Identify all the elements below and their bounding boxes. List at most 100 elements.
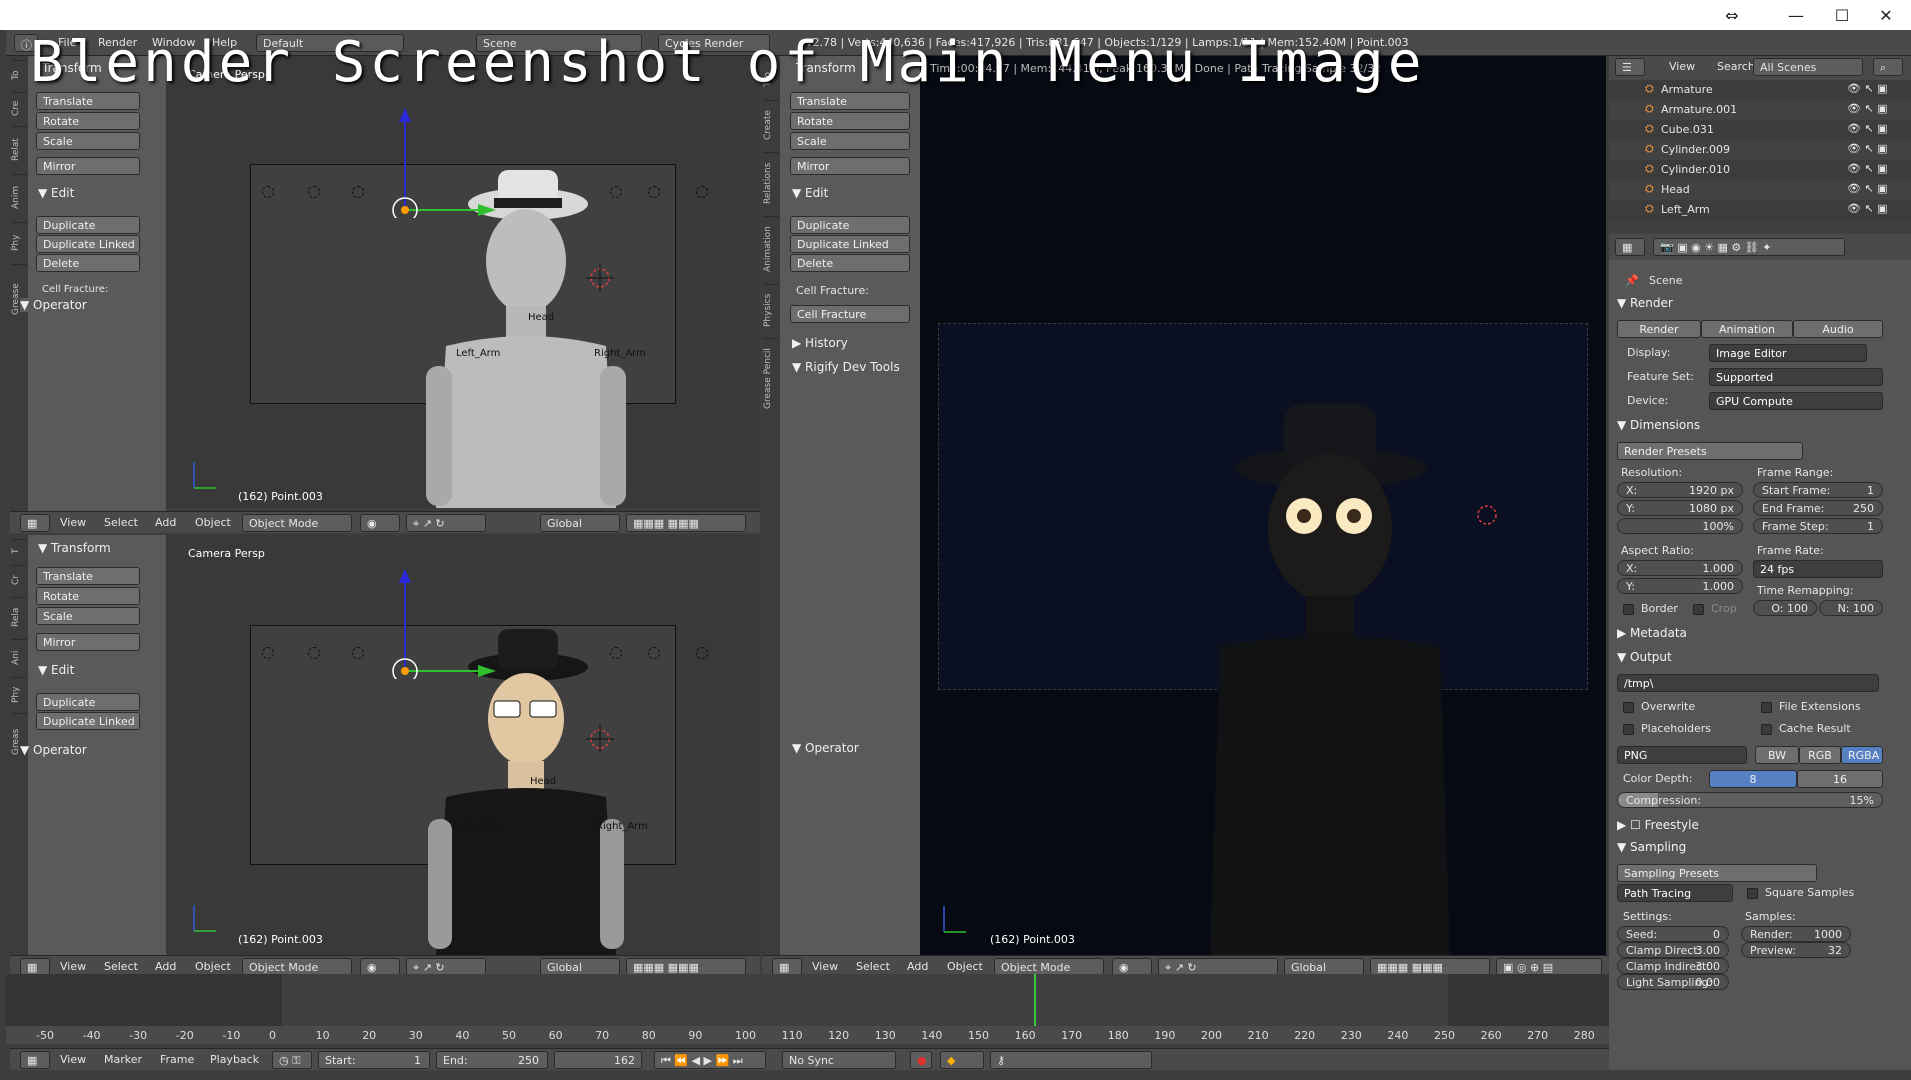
menu-view[interactable]: View: [60, 516, 86, 529]
frame-step-field[interactable]: Frame Step: 1: [1753, 518, 1883, 534]
menu-view[interactable]: View: [60, 960, 86, 973]
translate-button[interactable]: Translate: [36, 567, 140, 585]
sync-select[interactable]: No Sync: [782, 1051, 896, 1069]
outliner-item-label[interactable]: Cylinder.010: [1661, 163, 1730, 176]
transform-gizmo[interactable]: [366, 108, 506, 218]
timeline[interactable]: -50 -40 -30 -20 -10 0 10 20 30 40 50 60 70 80 90 100 110…: [6, 974, 1609, 1044]
lamp-icon[interactable]: [262, 647, 274, 659]
rotate-button[interactable]: Rotate: [36, 587, 140, 605]
transform-gizmo[interactable]: [366, 569, 506, 679]
scale-button[interactable]: Scale: [36, 607, 140, 625]
tab-relations[interactable]: Relations: [763, 152, 779, 214]
outliner-item-label[interactable]: Cube.031: [1661, 123, 1714, 136]
edit-header[interactable]: ▼ Edit: [38, 663, 74, 677]
seed-field[interactable]: Seed: 0: [1617, 926, 1729, 942]
outliner-row[interactable]: ⛭ Cube.031 👁 ↖ ▣: [1609, 120, 1911, 140]
lamp-icon[interactable]: [262, 186, 274, 198]
pivot-and-manipulator-icons[interactable]: ⌖ ↗ ↻: [406, 514, 486, 532]
placeholders-checkbox[interactable]: [1623, 724, 1634, 735]
layer-buttons[interactable]: ▦▦▦ ▦▦▦: [626, 514, 746, 532]
record-button[interactable]: ●: [910, 1051, 932, 1069]
editor-type-icon[interactable]: ▦: [1615, 238, 1645, 256]
color-bw-button[interactable]: BW: [1755, 746, 1799, 764]
audio-button[interactable]: Audio: [1793, 320, 1883, 338]
remap-old-field[interactable]: O: 100: [1753, 600, 1817, 616]
outliner-row[interactable]: ⛭ Left_Arm 👁 ↖ ▣: [1609, 200, 1911, 220]
depth-8-button[interactable]: 8: [1709, 770, 1797, 788]
menu-view[interactable]: View: [812, 960, 838, 973]
outliner-row[interactable]: ⛭ Cylinder.009 👁 ↖ ▣: [1609, 140, 1911, 160]
preview-range-icon[interactable]: ◷ ⚿: [272, 1051, 312, 1069]
compression-slider[interactable]: Compression: 15%: [1617, 792, 1883, 808]
dimensions-panel-header[interactable]: ▼ Dimensions: [1617, 418, 1700, 432]
visibility-eye-icon[interactable]: 👁 ↖ ▣: [1847, 162, 1888, 175]
tab-physics[interactable]: Phy: [11, 677, 27, 711]
menu-object[interactable]: Object: [195, 960, 231, 973]
frame-rate-select[interactable]: 24 fps: [1753, 560, 1883, 578]
tab-create[interactable]: Cr: [11, 565, 27, 595]
render-samples-field[interactable]: Render: 1000: [1741, 926, 1851, 942]
editor-type-icon[interactable]: ▦: [20, 514, 50, 532]
tab-relations[interactable]: Rela: [11, 597, 27, 637]
pin-icon[interactable]: 📌: [1625, 274, 1639, 287]
render-presets-select[interactable]: Render Presets: [1617, 442, 1803, 460]
mirror-button[interactable]: Mirror: [790, 157, 910, 175]
cell-fracture-button[interactable]: Cell Fracture: [790, 305, 910, 323]
visibility-eye-icon[interactable]: 👁 ↖ ▣: [1847, 182, 1888, 195]
outliner-row[interactable]: ⛭ Armature.001 👁 ↖ ▣: [1609, 100, 1911, 120]
clamp-direct-field[interactable]: Clamp Direct: 3.00: [1617, 942, 1729, 958]
border-checkbox[interactable]: [1623, 604, 1634, 615]
keying-set-field[interactable]: ⚷: [990, 1051, 1152, 1069]
duplicate-button[interactable]: Duplicate: [790, 216, 910, 234]
menu-select[interactable]: Select: [104, 516, 138, 529]
lamp-icon[interactable]: [696, 186, 708, 198]
timeline-menu-marker[interactable]: Marker: [104, 1053, 142, 1066]
scale-button[interactable]: Scale: [36, 132, 140, 150]
outliner-row[interactable]: ⛭ Head 👁 ↖ ▣: [1609, 180, 1911, 200]
lamp-icon[interactable]: [308, 186, 320, 198]
menu-select[interactable]: Select: [104, 960, 138, 973]
lamp-icon[interactable]: [648, 647, 660, 659]
outliner-row[interactable]: ⛭ Armature 👁 ↖ ▣: [1609, 80, 1911, 100]
timeline-menu-playback[interactable]: Playback: [210, 1053, 259, 1066]
output-panel-header[interactable]: ▼ Output: [1617, 650, 1672, 664]
tab-physics[interactable]: Phy: [11, 222, 27, 262]
outliner-item-label[interactable]: Head: [1661, 183, 1690, 196]
editor-type-icon[interactable]: ☰: [1615, 58, 1645, 76]
lamp-icon[interactable]: [610, 647, 622, 659]
duplicate-linked-button[interactable]: Duplicate Linked: [36, 235, 140, 253]
menu-add[interactable]: Add: [907, 960, 928, 973]
tab-animation[interactable]: Animation: [763, 216, 779, 282]
tab-tools[interactable]: To: [11, 60, 27, 90]
outliner-item-label[interactable]: Left_Arm: [1661, 203, 1710, 216]
duplicate-linked-button[interactable]: Duplicate Linked: [790, 235, 910, 253]
crop-checkbox[interactable]: [1693, 604, 1704, 615]
lamp-icon[interactable]: [610, 186, 622, 198]
device-select[interactable]: GPU Compute: [1709, 392, 1883, 410]
tab-grease-pencil[interactable]: Grease Pencil: [763, 338, 779, 418]
cache-result-checkbox[interactable]: [1761, 724, 1772, 735]
resolution-x-field[interactable]: X: 1920 px: [1617, 482, 1743, 498]
tab-create[interactable]: Cre: [11, 92, 27, 124]
depth-16-button[interactable]: 16: [1797, 770, 1883, 788]
end-frame-field[interactable]: End Frame: 250: [1753, 500, 1883, 516]
rigify-header[interactable]: ▼ Rigify Dev Tools: [792, 360, 900, 374]
clamp-indirect-field[interactable]: Clamp Indirect: 3.00: [1617, 958, 1729, 974]
mirror-button[interactable]: Mirror: [36, 633, 140, 651]
search-icon[interactable]: ⌕: [1873, 58, 1903, 76]
tab-tools[interactable]: T: [11, 539, 27, 563]
overwrite-checkbox[interactable]: [1623, 702, 1634, 713]
current-frame-field[interactable]: 162: [554, 1051, 642, 1069]
viewport-render[interactable]: Time:00:04.97 | Mem:144.41M, Peak:160.31…: [920, 56, 1606, 955]
aspect-y-field[interactable]: Y: 1.000: [1617, 578, 1743, 594]
restore-icon[interactable]: ⇔: [1712, 6, 1752, 26]
outliner-item-label[interactable]: Armature: [1661, 83, 1713, 96]
mode-select[interactable]: Object Mode: [242, 514, 352, 532]
outliner-view-menu[interactable]: View: [1669, 60, 1695, 73]
delete-button[interactable]: Delete: [36, 254, 140, 272]
viewport-top[interactable]: Camera Persp Head Left_Arm Right_Arm (16…: [166, 56, 760, 508]
keyframe-icon[interactable]: ◆: [940, 1051, 984, 1069]
tab-grease[interactable]: Greas: [11, 713, 27, 769]
outliner-scenes-select[interactable]: All Scenes: [1753, 58, 1863, 76]
menu-select[interactable]: Select: [856, 960, 890, 973]
